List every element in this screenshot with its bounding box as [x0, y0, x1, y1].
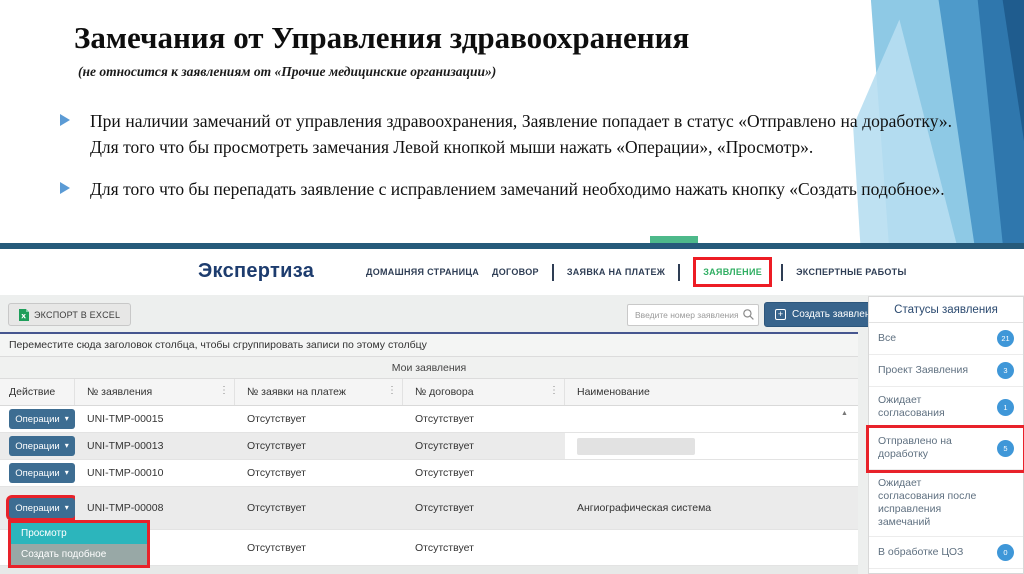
- payment-number-cell: Отсутствует: [247, 541, 306, 554]
- application-number-cell: UNI-TMP-00015: [87, 413, 164, 425]
- application-number-cell: UNI-TMP-00010: [87, 467, 164, 479]
- column-header-action: Действие: [0, 379, 75, 405]
- name-cell: [565, 433, 858, 459]
- contract-number-cell: Отсутствует: [415, 413, 474, 425]
- operations-button-highlighted[interactable]: Операции ▾: [9, 498, 75, 518]
- status-filter-awaiting-samples[interactable]: Ожидает заявления (образцов) 0: [869, 569, 1023, 574]
- table-row: Операции ▾ UNI-TMP-00010 Отсутствует Отсу…: [0, 460, 858, 487]
- column-header-application-number[interactable]: № заявления ⋮: [75, 379, 235, 405]
- bullet-list: При наличии замечаний от управления здра…: [60, 108, 952, 217]
- count-badge: 21: [997, 330, 1014, 347]
- contract-number-cell: Отсутствует: [415, 467, 474, 479]
- nav-home[interactable]: ДОМАШНЯЯ СТРАНИЦА: [366, 267, 479, 277]
- slide-subtitle: (не относится к заявлениям от «Прочие ме…: [78, 64, 497, 79]
- contract-number-cell: Отсутствует: [415, 440, 474, 452]
- payment-number-cell: Отсутствует: [247, 467, 306, 479]
- name-cell: [565, 460, 858, 486]
- table-row: Операции ▾ UNI-TMP-00013 Отсутствует Отсу…: [0, 433, 858, 460]
- nav-separator: [551, 263, 554, 281]
- table-row: Операции ▾ UNI-TMP-00015 Отсутствует Отсу…: [0, 406, 858, 433]
- nav-separator: [678, 263, 681, 281]
- column-menu-icon[interactable]: ⋮: [219, 385, 229, 396]
- payment-number-cell: Отсутствует: [247, 502, 306, 514]
- operations-button[interactable]: Операции ▾: [9, 463, 75, 483]
- count-badge: 5: [997, 439, 1014, 457]
- status-filter-in-processing[interactable]: В обработке ЦОЗ 0: [869, 537, 1023, 569]
- bullet-triangle-icon: [60, 108, 90, 161]
- status-filter-sent-for-revision[interactable]: Отправлено на доработку 5: [869, 428, 1023, 470]
- statuses-panel: Статусы заявления Все 21 Проект Заявлени…: [868, 296, 1024, 574]
- application-number-cell: UNI-TMP-00013: [87, 440, 164, 452]
- name-cell: [565, 406, 858, 432]
- status-filter-awaiting-approval[interactable]: Ожидает согласования 1: [869, 387, 1023, 429]
- bullet-triangle-icon: [60, 176, 90, 202]
- nav-contract[interactable]: ДОГОВОР: [492, 267, 539, 277]
- bullet-text: Для того что бы перепадать заявление с и…: [90, 178, 945, 199]
- app-content: ЭКСПОРТ В EXCEL + Создать заявление Пере…: [0, 295, 1024, 574]
- operations-button[interactable]: Операции ▾: [9, 409, 75, 429]
- nav-application[interactable]: ЗАЯВЛЕНИЕ: [693, 257, 773, 287]
- column-header-contract-number[interactable]: № договора ⋮: [403, 379, 565, 405]
- bullet-item: Для того что бы перепадать заявление с и…: [60, 176, 952, 202]
- contract-number-cell: Отсутствует: [415, 502, 474, 514]
- menu-item-create-similar[interactable]: Создать подобное: [11, 544, 147, 565]
- nav-expert-works[interactable]: ЭКСПЕРТНЫЕ РАБОТЫ: [796, 267, 907, 277]
- search-box: [627, 304, 759, 326]
- count-badge: 3: [997, 362, 1014, 379]
- column-menu-icon[interactable]: ⋮: [549, 385, 559, 396]
- operations-button[interactable]: Операции ▾: [9, 436, 75, 456]
- payment-number-cell: Отсутствует: [247, 440, 306, 452]
- app-header: Экспертиза ДОМАШНЯЯ СТРАНИЦА ДОГОВОР ЗАЯ…: [0, 249, 1024, 295]
- status-filter-all[interactable]: Все 21: [869, 323, 1023, 355]
- chevron-down-icon: ▾: [64, 468, 69, 477]
- count-badge: 1: [997, 398, 1014, 416]
- payment-number-cell: Отсутствует: [247, 413, 306, 425]
- search-icon[interactable]: [742, 308, 755, 321]
- name-cell: [565, 530, 858, 565]
- nav-separator: [781, 263, 784, 281]
- bullet-item: При наличии замечаний от управления здра…: [60, 108, 952, 161]
- chevron-down-icon: ▾: [64, 414, 69, 423]
- table-header-row: Действие № заявления ⋮ № заявки на плате…: [0, 379, 858, 406]
- scroll-up-icon[interactable]: ▲: [841, 410, 848, 417]
- chevron-down-icon: ▾: [64, 441, 69, 450]
- action-cell: Операции ▾: [0, 406, 75, 432]
- excel-file-icon: [19, 308, 29, 321]
- operations-dropdown-menu: Просмотр Создать подобное: [8, 520, 150, 568]
- main-navigation: ДОМАШНЯЯ СТРАНИЦА ДОГОВОР ЗАЯВКА НА ПЛАТ…: [366, 249, 920, 295]
- group-drop-zone[interactable]: Переместите сюда заголовок столбца, чтоб…: [0, 334, 858, 357]
- table-group-title: Мои заявления: [0, 357, 858, 379]
- export-excel-button[interactable]: ЭКСПОРТ В EXCEL: [8, 303, 132, 326]
- plus-square-icon: +: [775, 309, 786, 320]
- redacted-text-block: [577, 437, 695, 455]
- action-cell: Операции ▾: [0, 433, 75, 459]
- export-excel-label: ЭКСПОРТ В EXCEL: [34, 309, 121, 320]
- app-logo: Экспертиза: [198, 260, 315, 282]
- column-header-payment-number[interactable]: № заявки на платеж ⋮: [235, 379, 403, 405]
- column-menu-icon[interactable]: ⋮: [387, 385, 397, 396]
- bullet-text: При наличии замечаний от управления здра…: [90, 111, 952, 158]
- statuses-panel-title: Статусы заявления: [869, 297, 1023, 323]
- search-input[interactable]: [627, 304, 759, 326]
- presentation-slide: Замечания от Управления здравоохранения …: [0, 0, 1024, 574]
- menu-item-view[interactable]: Просмотр: [11, 523, 147, 544]
- chevron-down-icon: ▾: [64, 503, 69, 512]
- status-filter-awaiting-after-fixes[interactable]: Ожидает согласования после исправления з…: [869, 470, 1023, 537]
- action-cell: Операции ▾: [0, 460, 75, 486]
- contract-number-cell: Отсутствует: [415, 541, 474, 554]
- status-filter-draft[interactable]: Проект Заявления 3: [869, 355, 1023, 387]
- name-cell: Ангиографическая система: [577, 502, 712, 514]
- count-badge: 0: [997, 544, 1014, 561]
- nav-payment-request[interactable]: ЗАЯВКА НА ПЛАТЕЖ: [567, 267, 665, 277]
- slide-title: Замечания от Управления здравоохранения: [74, 20, 690, 55]
- column-header-name[interactable]: Наименование: [565, 379, 858, 405]
